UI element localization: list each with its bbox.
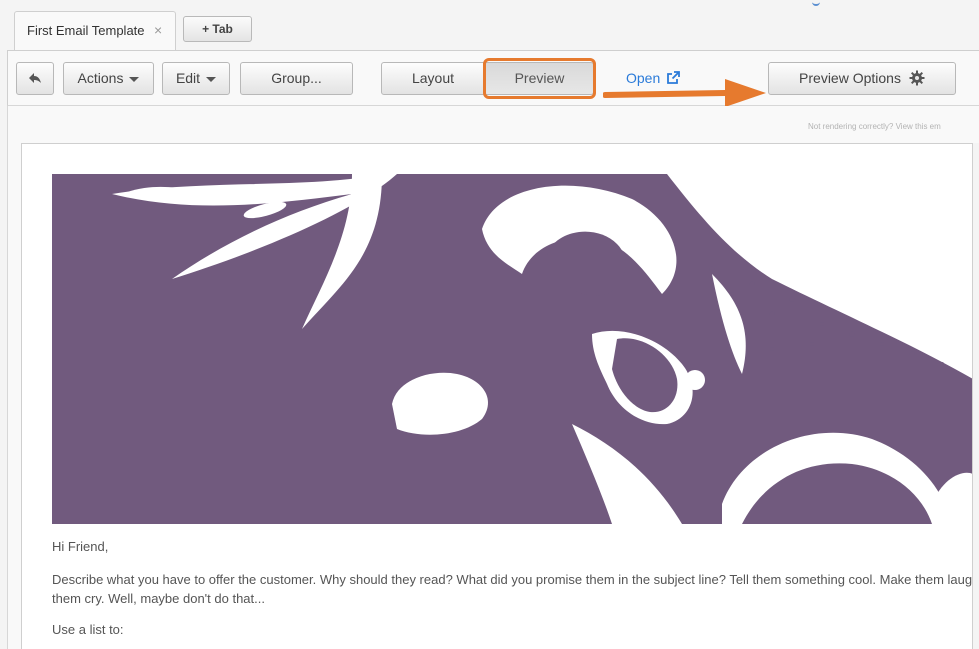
actions-label: Actions <box>77 70 124 86</box>
group-button[interactable]: Group... <box>240 62 353 95</box>
tab-label: First Email Template <box>27 23 145 38</box>
chevron-down-icon <box>206 76 217 82</box>
right-divider <box>972 143 973 649</box>
tab-first-email-template[interactable]: First Email Template × <box>14 11 176 51</box>
annotation-arrow <box>603 79 766 107</box>
back-button[interactable] <box>16 62 54 95</box>
email-list-intro: Use a list to: <box>52 622 124 637</box>
back-arrow-icon <box>29 73 41 83</box>
email-editor-window: First Email Template × + Tab Actions Edi… <box>0 0 979 649</box>
add-tab-button[interactable]: + Tab <box>183 16 252 42</box>
preview-highlight-box <box>483 58 596 99</box>
hero-image <box>52 174 973 524</box>
email-greeting: Hi Friend, <box>52 539 109 554</box>
edit-dropdown-button[interactable]: Edit <box>162 62 230 95</box>
hero-graphic <box>52 174 973 524</box>
tab-close-icon[interactable]: × <box>154 22 162 38</box>
preview-options-label: Preview Options <box>799 70 901 86</box>
gear-icon <box>909 66 925 97</box>
chevron-down-icon <box>129 76 140 82</box>
rendering-notice-link[interactable]: Not rendering correctly? View this em <box>808 122 941 131</box>
layout-button[interactable]: Layout <box>381 62 485 95</box>
preview-options-button[interactable]: Preview Options <box>768 62 956 95</box>
edit-label: Edit <box>175 70 201 86</box>
actions-dropdown-button[interactable]: Actions <box>63 62 154 95</box>
email-body-paragraph: Describe what you have to offer the cust… <box>52 572 973 606</box>
right-gutter <box>972 143 979 649</box>
